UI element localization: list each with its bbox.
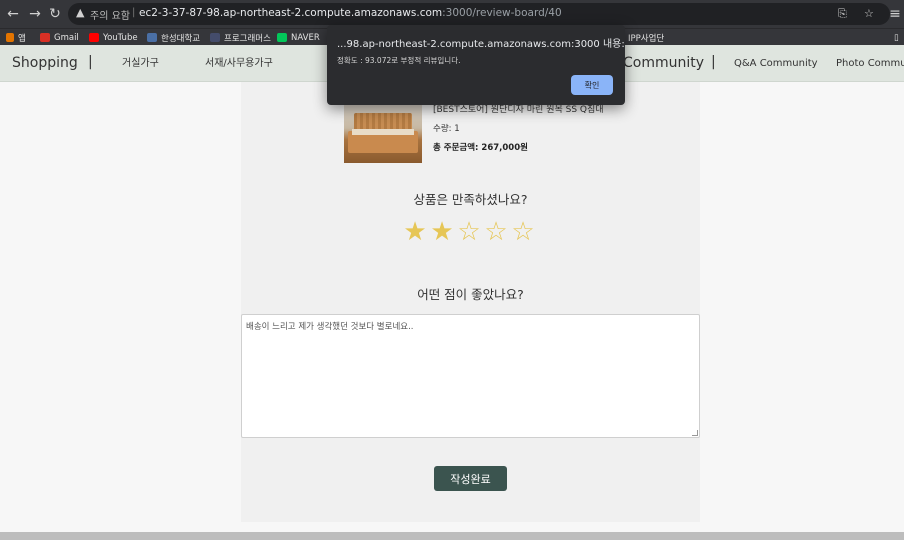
- nav-study-office-furniture[interactable]: 서재/사무용가구: [205, 45, 273, 82]
- bookmark-label: NAVER: [291, 32, 320, 43]
- bookmark-ipp[interactable]: IPP사업단: [628, 31, 664, 44]
- product-total-price: 총 주문금액: 267,000원: [433, 143, 528, 153]
- product-image: [344, 105, 422, 163]
- hansung-icon: [147, 33, 157, 42]
- nav-community[interactable]: Community: [623, 45, 704, 82]
- reload-icon[interactable]: ↻: [46, 5, 64, 23]
- bookmark-label: 앱: [18, 33, 26, 44]
- warning-triangle-icon: ▲: [76, 6, 85, 19]
- url-text[interactable]: ec2-3-37-87-98.ap-northeast-2.compute.am…: [139, 7, 562, 19]
- translate-icon[interactable]: ⎘: [838, 7, 847, 21]
- satisfaction-question: 상품은 만족하셨나요?: [413, 192, 528, 207]
- bookmark-label: 프로그래머스: [224, 33, 271, 44]
- back-arrow-icon[interactable]: ←: [4, 5, 22, 23]
- bookmark-label: Gmail: [54, 32, 79, 43]
- review-form-panel: [BEST스토어] 원단디자 마린 원목 SS Q침대 수량: 1 총 주문금액…: [241, 82, 700, 522]
- bookmark-gmail[interactable]: Gmail: [40, 31, 79, 44]
- gmail-icon: [40, 33, 50, 42]
- bookmark-label: IPP사업단: [628, 33, 665, 44]
- apps-grid-icon: [6, 33, 14, 42]
- address-separator: |: [132, 7, 136, 18]
- programmers-icon: [210, 33, 220, 42]
- nav-divider: |: [88, 54, 93, 70]
- security-warning-text: 주의 요함: [90, 11, 130, 22]
- bookmark-hansung[interactable]: 한성대학교: [147, 31, 200, 44]
- star-empty-icon[interactable]: ☆: [510, 219, 536, 245]
- star-filled-icon[interactable]: ★: [402, 219, 428, 245]
- url-path: :3000/review-board/40: [442, 7, 562, 19]
- product-quantity: 수량: 1: [433, 124, 460, 134]
- submit-review-button[interactable]: 작성완료: [434, 466, 507, 491]
- alert-dialog: ...98.ap-northeast-2.compute.amazonaws.c…: [327, 25, 625, 105]
- dialog-title: ...98.ap-northeast-2.compute.amazonaws.c…: [337, 39, 625, 50]
- textarea-resize-handle[interactable]: [692, 430, 698, 436]
- bookmark-youtube[interactable]: YouTube: [89, 31, 138, 44]
- youtube-icon: [89, 33, 99, 42]
- bookmark-star-icon[interactable]: ☆: [864, 7, 874, 20]
- reading-list-icon[interactable]: ▯: [894, 31, 899, 44]
- url-host: ec2-3-37-87-98.ap-northeast-2.compute.am…: [139, 7, 443, 19]
- review-textarea[interactable]: 배송이 느리고 제가 생각했던 것보다 별로네요..: [241, 314, 700, 438]
- nav-divider: |: [711, 54, 716, 70]
- bookmark-programmers[interactable]: 프로그래머스: [210, 31, 271, 44]
- bed-mattress-graphic: [352, 129, 414, 135]
- nav-photo-community[interactable]: Photo Community: [836, 45, 904, 82]
- good-points-question: 어떤 점이 좋았나요?: [417, 287, 524, 302]
- star-empty-icon[interactable]: ☆: [483, 219, 509, 245]
- dialog-message: 정확도 : 93.072로 부정적 리뷰입니다.: [337, 56, 461, 65]
- nav-shopping[interactable]: Shopping: [12, 45, 78, 82]
- address-bar[interactable]: ▲ 주의 요함 | ec2-3-37-87-98.ap-northeast-2.…: [68, 3, 890, 25]
- forward-arrow-icon[interactable]: →: [26, 5, 44, 23]
- horizontal-scrollbar[interactable]: [0, 532, 904, 540]
- dialog-ok-button[interactable]: 확인: [571, 75, 613, 95]
- bookmark-label: YouTube: [103, 32, 138, 43]
- star-filled-icon[interactable]: ★: [429, 219, 455, 245]
- bookmark-apps[interactable]: 앱: [6, 31, 26, 44]
- bookmark-naver[interactable]: NAVER: [277, 31, 320, 44]
- bookmark-label: 한성대학교: [161, 33, 201, 44]
- playlist-icon[interactable]: ≡: [886, 5, 904, 23]
- star-empty-icon[interactable]: ☆: [456, 219, 482, 245]
- nav-qa-community[interactable]: Q&A Community: [734, 45, 818, 82]
- nav-living-furniture[interactable]: 거실가구: [122, 45, 159, 82]
- browser-toolbar: ← → ↻ ▲ 주의 요함 | ec2-3-37-87-98.ap-northe…: [0, 0, 904, 28]
- star-rating[interactable]: ★ ★ ☆ ☆ ☆: [402, 219, 537, 247]
- naver-icon: [277, 33, 287, 42]
